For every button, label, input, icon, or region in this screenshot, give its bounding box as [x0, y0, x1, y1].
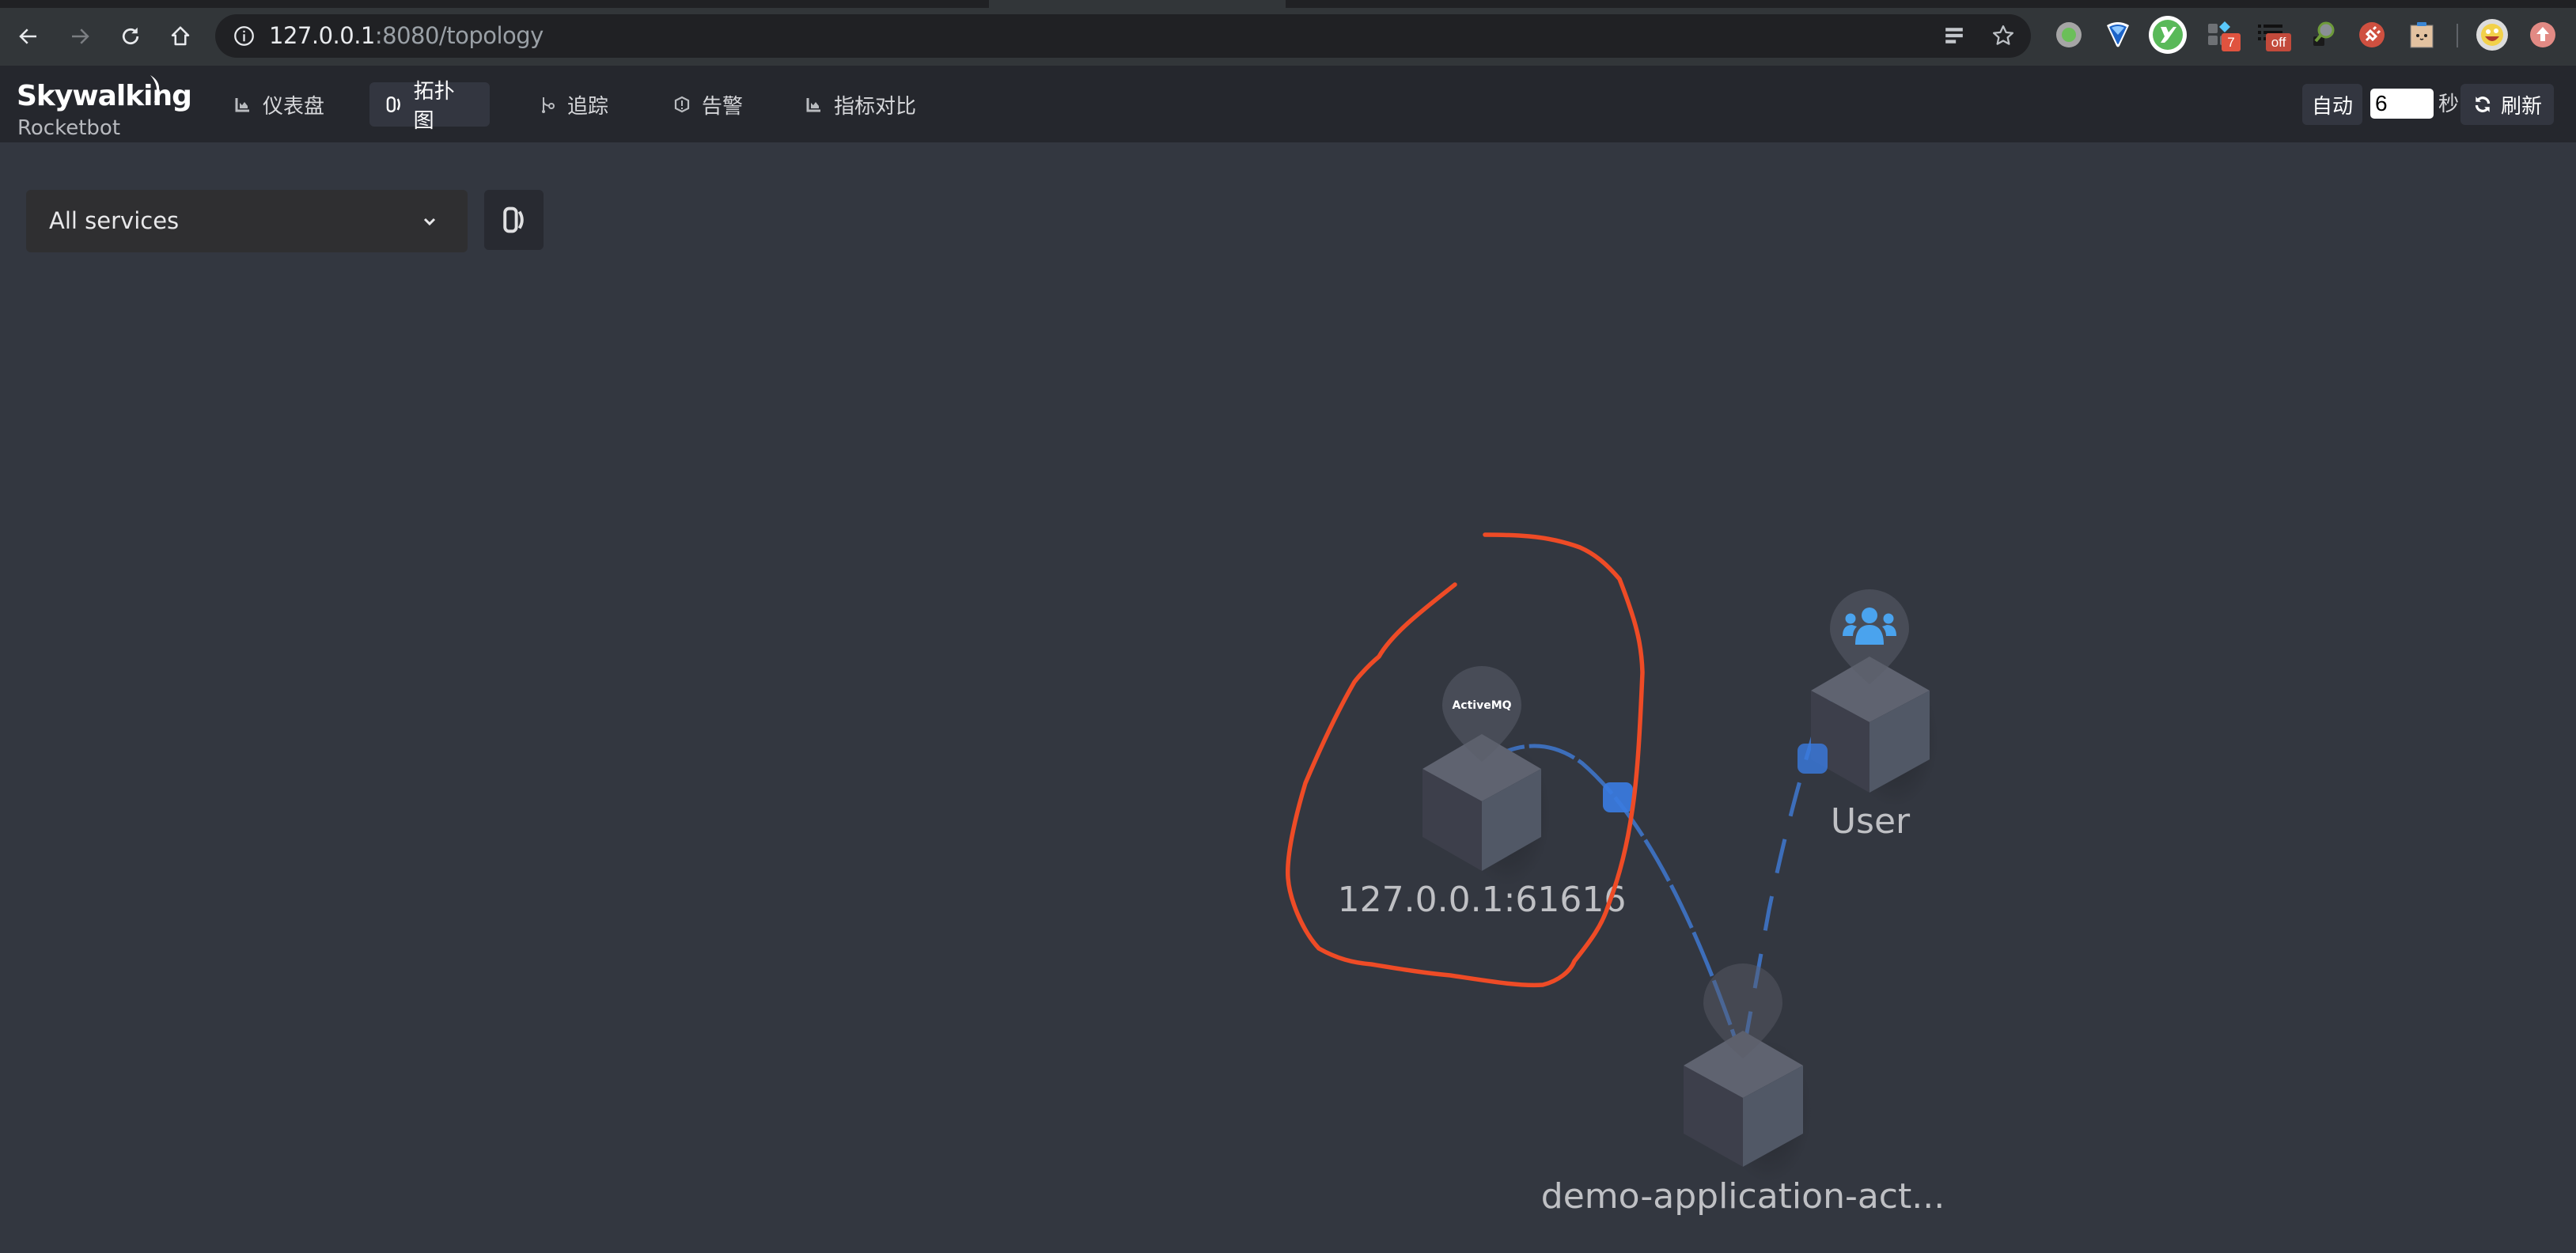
reload-icon: [122, 27, 139, 45]
logo-title: Skywalking: [17, 80, 192, 112]
logo-subtitle: Rocketbot: [17, 116, 121, 140]
browser-tab-strip: [0, 0, 2576, 8]
back-button[interactable]: [14, 22, 43, 51]
node-label: User: [1831, 801, 1911, 842]
address-bar[interactable]: 127.0.0.1:8080/topology: [215, 14, 2031, 58]
plug-icon: [2359, 22, 2385, 47]
back-icon: [19, 28, 36, 44]
url-text[interactable]: 127.0.0.1:8080/topology: [269, 14, 544, 58]
link-marker-demo-activemq[interactable]: [1603, 782, 1633, 812]
home-button[interactable]: [166, 22, 195, 51]
node-type-badge: ActiveMQ: [1452, 699, 1511, 712]
link-marker-user-demo[interactable]: [1798, 744, 1828, 774]
toolbar-separator: [2457, 24, 2458, 47]
up-arrow-icon: [2530, 22, 2555, 47]
magnifier-icon: [2313, 21, 2335, 46]
forward-icon: [72, 28, 89, 44]
profile-avatar[interactable]: [2476, 19, 2508, 51]
apps-grid-extension[interactable]: 7: [2207, 21, 2241, 51]
nav-label: 拓扑图: [413, 79, 455, 132]
refresh-button[interactable]: 刷新: [2460, 84, 2554, 125]
refresh-interval-input[interactable]: [2370, 89, 2434, 119]
apps-badge: 7: [2222, 33, 2241, 51]
magnifier-extension[interactable]: [2309, 21, 2337, 49]
node-label: demo-application-act...: [1541, 1176, 1945, 1217]
reader-mode-icon[interactable]: [1944, 25, 1964, 46]
site-info-icon[interactable]: [233, 25, 255, 47]
nav-topology[interactable]: 拓扑图: [369, 79, 490, 132]
crescent-moon-icon: [150, 75, 160, 104]
seconds-label: 秒: [2438, 92, 2460, 115]
update-extension[interactable]: [2529, 21, 2557, 49]
alert-icon: [674, 96, 690, 113]
nav-label: 追踪: [567, 93, 609, 118]
topology-canvas[interactable]: ActiveMQ 127.0.0.1:61616 User demo-appli…: [0, 142, 2576, 1253]
topology-icon: [386, 96, 400, 113]
list-badge: off: [2266, 33, 2291, 51]
nav-trace[interactable]: 追踪: [523, 82, 624, 127]
nav-label: 仪表盘: [263, 93, 325, 118]
bookmark-star-icon[interactable]: [1991, 24, 2015, 47]
refresh-label: 刷新: [2500, 93, 2542, 118]
node-label: 127.0.0.1:61616: [1338, 880, 1627, 920]
box-face-icon: [2410, 22, 2434, 48]
y-logo-icon: [2149, 16, 2187, 54]
refresh-icon: [2475, 97, 2491, 112]
nav-dashboard[interactable]: 仪表盘: [218, 82, 340, 127]
browser-toolbar: 127.0.0.1:8080/topology 7 off: [0, 8, 2576, 66]
home-icon: [171, 26, 190, 46]
reload-button[interactable]: [116, 22, 145, 51]
nav-label: 指标对比: [834, 93, 917, 118]
trace-icon: [542, 97, 555, 113]
chart-icon: [806, 98, 820, 112]
pin-extension[interactable]: [2104, 21, 2132, 49]
topology-node-activemq[interactable]: ActiveMQ 127.0.0.1:61616: [1338, 666, 1627, 920]
plug-extension[interactable]: [2358, 21, 2386, 49]
nav-metrics-compare[interactable]: 指标对比: [790, 82, 932, 127]
topology-node-demo-application[interactable]: demo-application-act...: [1541, 963, 1945, 1217]
nav-label: 告警: [702, 93, 744, 118]
app-header: Skywalking Rocketbot 仪表盘 拓扑图 追踪 告警 指标对比 …: [0, 66, 2576, 142]
chart-icon: [235, 98, 249, 112]
forward-button[interactable]: [66, 22, 94, 51]
topology-node-user[interactable]: User: [1811, 589, 1938, 842]
status-dot-icon: [2056, 22, 2082, 47]
emoji-face-icon: [2476, 19, 2508, 51]
status-dot-extension[interactable]: [2055, 21, 2083, 49]
nav-alarm[interactable]: 告警: [657, 82, 759, 127]
list-extension[interactable]: off: [2256, 21, 2291, 51]
active-browser-tab[interactable]: [989, 0, 1286, 8]
diamond-pin-icon: [2107, 22, 2129, 47]
box-face-extension[interactable]: [2407, 21, 2436, 49]
yapi-extension[interactable]: [2149, 16, 2187, 54]
auto-refresh-button[interactable]: 自动: [2302, 84, 2362, 125]
